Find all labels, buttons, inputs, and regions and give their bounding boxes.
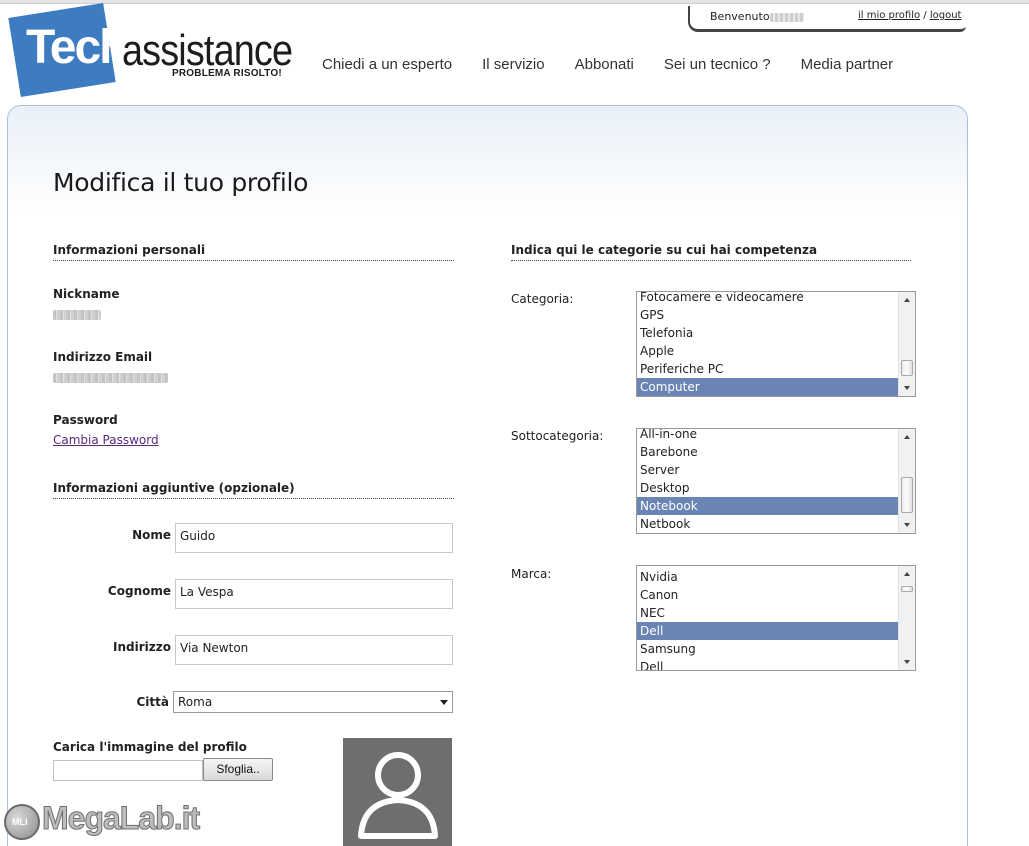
- nav-media-partner[interactable]: Media partner: [801, 56, 894, 73]
- categoria-option[interactable]: GPS: [637, 306, 898, 324]
- logo-tagline: PROBLEMA RISOLTO!: [172, 68, 282, 79]
- watermark-text: MegaLab.it: [41, 800, 200, 837]
- site-logo[interactable]: Tech assistance PROBLEMA RISOLTO!: [8, 2, 293, 98]
- megalab-watermark: MLI MegaLab.it: [2, 800, 201, 844]
- citta-label: Città: [136, 695, 170, 709]
- nickname-label: Nickname: [53, 287, 120, 301]
- nav-sei-un-tecnico[interactable]: Sei un tecnico ?: [664, 56, 771, 73]
- scroll-up-icon[interactable]: [904, 298, 910, 302]
- browse-button[interactable]: Sfoglia..: [203, 758, 273, 781]
- personal-info-heading: Informazioni personali: [53, 243, 454, 261]
- welcome-text: Benvenuto: [710, 10, 770, 23]
- logout-link[interactable]: logout: [930, 10, 962, 21]
- scroll-down-icon[interactable]: [904, 386, 910, 390]
- categoria-listbox[interactable]: Fotocamere e videocamere GPS Telefonia A…: [636, 291, 916, 397]
- marca-listbox[interactable]: Nvidia Canon NEC Dell Samsung Dell: [636, 565, 916, 671]
- marca-option[interactable]: Canon: [637, 586, 898, 604]
- cognome-label: Cognome: [107, 584, 171, 598]
- categoria-option[interactable]: Apple: [637, 342, 898, 360]
- logo-tech-text: Tech: [26, 21, 128, 74]
- sottocategoria-option[interactable]: Server: [637, 461, 898, 479]
- indirizzo-label: Indirizzo: [113, 640, 171, 654]
- marca-option[interactable]: Dell: [637, 658, 898, 670]
- citta-select[interactable]: Roma: [173, 691, 453, 713]
- sottocategoria-option[interactable]: Desktop: [637, 479, 898, 497]
- categoria-label: Categoria:: [511, 292, 574, 306]
- scroll-thumb[interactable]: [901, 477, 913, 513]
- nav-chiedi-esperto[interactable]: Chiedi a un esperto: [322, 56, 452, 73]
- scroll-down-icon[interactable]: [904, 660, 910, 664]
- link-separator: /: [923, 10, 927, 21]
- marca-option[interactable]: Samsung: [637, 640, 898, 658]
- nome-input[interactable]: Guido: [175, 523, 453, 553]
- categoria-option[interactable]: Fotocamere e videocamere: [637, 292, 898, 306]
- user-silhouette-icon: [358, 752, 438, 839]
- blurred-username: [770, 13, 804, 22]
- scroll-up-icon[interactable]: [904, 435, 910, 439]
- categoria-option[interactable]: Telefonia: [637, 324, 898, 342]
- marca-option-selected[interactable]: Dell: [637, 622, 898, 640]
- marca-option[interactable]: NEC: [637, 604, 898, 622]
- additional-info-heading: Informazioni aggiuntive (opzionale): [53, 481, 454, 499]
- user-links: il mio profilo / logout: [858, 10, 961, 21]
- categoria-option-selected[interactable]: Computer: [637, 378, 898, 396]
- email-value-blurred: [53, 373, 168, 383]
- competence-heading: Indica qui le categorie su cui hai compe…: [511, 243, 911, 261]
- file-path-input[interactable]: [53, 760, 203, 781]
- nome-label: Nome: [132, 528, 171, 542]
- indirizzo-input[interactable]: Via Newton: [175, 635, 453, 665]
- sottocategoria-scrollbar[interactable]: [898, 429, 915, 533]
- browser-top-edge: [0, 0, 1029, 4]
- marca-option[interactable]: Nvidia: [637, 568, 898, 586]
- scroll-thumb[interactable]: [901, 360, 913, 376]
- categoria-option[interactable]: Periferiche PC: [637, 360, 898, 378]
- my-profile-link[interactable]: il mio profilo: [858, 10, 920, 21]
- sottocategoria-label: Sottocategoria:: [511, 429, 604, 443]
- sottocategoria-option-selected[interactable]: Notebook: [637, 497, 898, 515]
- profile-avatar: [343, 738, 452, 846]
- sottocategoria-option[interactable]: Netbook: [637, 515, 898, 533]
- chevron-down-icon: [440, 700, 448, 705]
- upload-image-label: Carica l'immagine del profilo: [53, 740, 247, 754]
- nav-abbonati[interactable]: Abbonati: [575, 56, 634, 73]
- marca-label: Marca:: [511, 567, 552, 581]
- page-title: Modifica il tuo profilo: [53, 168, 309, 197]
- sottocategoria-option[interactable]: All-in-one: [637, 429, 898, 443]
- sottocategoria-listbox[interactable]: All-in-one Barebone Server Desktop Noteb…: [636, 428, 916, 534]
- cognome-input[interactable]: La Vespa: [175, 579, 453, 609]
- password-label: Password: [53, 413, 118, 427]
- email-label: Indirizzo Email: [53, 350, 153, 364]
- marca-scrollbar[interactable]: [898, 566, 915, 670]
- categoria-scrollbar[interactable]: [898, 292, 915, 396]
- nickname-value-blurred: [53, 310, 101, 320]
- main-nav: Chiedi a un esperto Il servizio Abbonati…: [322, 56, 923, 73]
- scroll-up-icon[interactable]: [904, 572, 910, 576]
- scroll-thumb[interactable]: [901, 586, 913, 592]
- sottocategoria-option[interactable]: Barebone: [637, 443, 898, 461]
- nav-il-servizio[interactable]: Il servizio: [482, 56, 545, 73]
- citta-selected-value: Roma: [178, 695, 213, 709]
- megalab-badge-icon: MLI: [4, 804, 40, 840]
- change-password-link[interactable]: Cambia Password: [53, 433, 159, 447]
- watermark-badge-text: MLI: [12, 817, 28, 827]
- user-bar: Benvenuto il mio profilo / logout: [688, 6, 966, 32]
- scroll-down-icon[interactable]: [904, 523, 910, 527]
